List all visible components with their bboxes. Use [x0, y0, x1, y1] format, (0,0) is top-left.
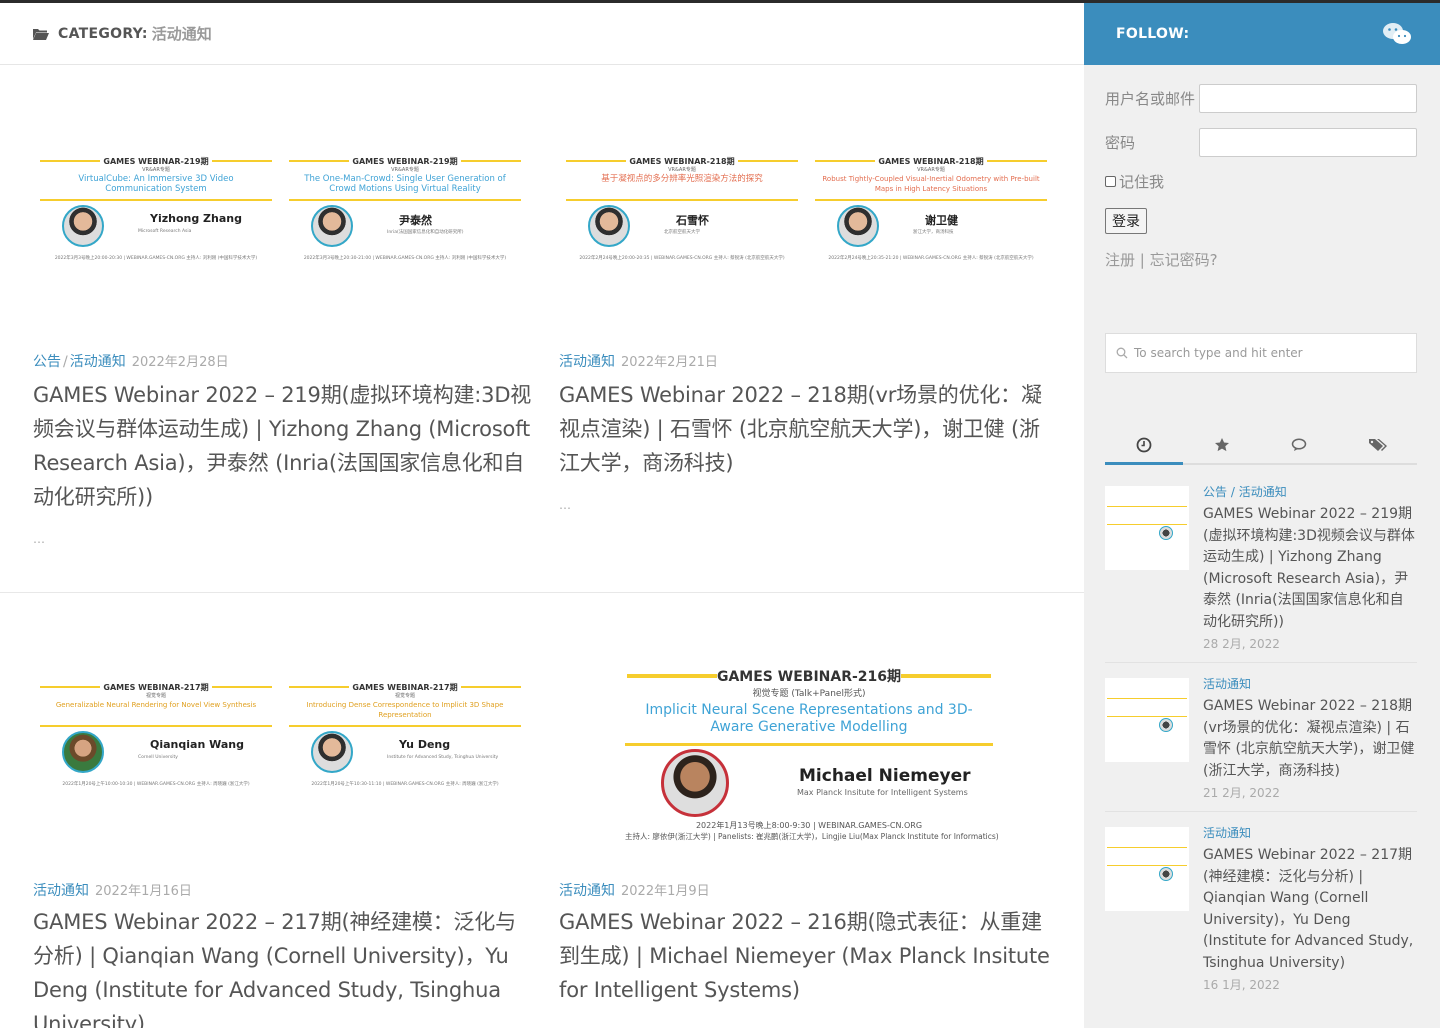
post-meta: 活动通知 2022年1月16日	[33, 880, 192, 900]
recent-post-date: 28 2月, 2022	[1203, 637, 1280, 651]
main-content: CATEGORY: 活动通知 GAMES WEBINAR-219期 VR&AR专…	[0, 3, 1084, 1028]
post-row: GAMES WEBINAR-217期 视觉专题 Generalizable Ne…	[0, 594, 1084, 1028]
speaker-photo	[837, 205, 879, 247]
post-date: 2022年2月21日	[621, 355, 718, 370]
comments-icon	[1291, 438, 1307, 451]
recent-post-categories: 活动通知	[1203, 824, 1417, 841]
category-link[interactable]: 公告	[1203, 485, 1227, 499]
recent-post-thumbnail[interactable]	[1105, 486, 1189, 570]
post-excerpt: …	[33, 532, 45, 546]
recent-post-date: 21 2月, 2022	[1203, 786, 1280, 800]
post-date: 2022年2月28日	[131, 355, 229, 370]
category-link[interactable]: 活动通知	[559, 883, 615, 899]
search-box[interactable]: To search type and hit enter	[1105, 333, 1417, 373]
remember-label: 记住我	[1119, 173, 1165, 191]
speaker-photo	[311, 205, 353, 247]
category-label: CATEGORY:	[58, 25, 148, 42]
login-button[interactable]: 登录	[1105, 208, 1147, 234]
list-item: 活动通知 GAMES Webinar 2022 – 217期(神经建模：泛化与分…	[1105, 824, 1417, 1003]
register-link[interactable]: 注册	[1105, 251, 1135, 269]
clock-icon	[1136, 437, 1152, 453]
recent-post-title[interactable]: GAMES Webinar 2022 – 219期(虚拟环境构建:3D视频会议与…	[1203, 504, 1417, 633]
post-date: 2022年1月9日	[621, 884, 710, 899]
webinar-poster: GAMES WEBINAR-218期 VR&AR专题 基于凝视点的多分辨率光照渲…	[564, 156, 800, 271]
search-placeholder: To search type and hit enter	[1134, 346, 1303, 360]
list-item: 活动通知 GAMES Webinar 2022 – 218期(vr场景的优化：凝…	[1105, 675, 1417, 812]
post-meta: 公告 / 活动通知 2022年2月28日	[33, 354, 229, 370]
folder-open-icon	[33, 28, 49, 40]
link-separator: |	[1139, 251, 1145, 269]
search-icon	[1116, 347, 1128, 359]
speaker-photo	[661, 749, 729, 817]
recent-post-thumbnail[interactable]	[1105, 827, 1189, 911]
webinar-poster: GAMES WEBINAR-216期 视觉专题 (Talk+Panel形式) I…	[625, 669, 999, 841]
webinar-poster: GAMES WEBINAR-219期 VR&AR专题 VirtualCube: …	[38, 156, 274, 271]
widget-tabs	[1105, 427, 1417, 465]
username-label: 用户名或邮件	[1105, 89, 1196, 108]
post-title[interactable]: GAMES Webinar 2022 – 217期(神经建模：泛化与分析) | …	[33, 905, 533, 1028]
forgot-password-link[interactable]: 忘记密码?	[1150, 251, 1218, 269]
recent-posts-list: 公告 / 活动通知 GAMES Webinar 2022 – 219期(虚拟环境…	[1105, 483, 1417, 1015]
password-field[interactable]	[1199, 127, 1417, 157]
category-link[interactable]: 活动通知	[1203, 677, 1251, 691]
post-thumbnail[interactable]: GAMES WEBINAR-216期 视觉专题 (Talk+Panel形式) I…	[559, 666, 1059, 842]
speaker-photo	[62, 205, 104, 247]
post-row: GAMES WEBINAR-219期 VR&AR专题 VirtualCube: …	[0, 66, 1084, 593]
webinar-poster: GAMES WEBINAR-218期 VR&AR专题 Robust Tightl…	[813, 156, 1049, 271]
post-thumbnail[interactable]: GAMES WEBINAR-219期 VR&AR专题 VirtualCube: …	[33, 156, 533, 324]
webinar-poster: GAMES WEBINAR-217期 视觉专题 Introducing Dens…	[287, 682, 523, 797]
post-title[interactable]: GAMES Webinar 2022 – 219期(虚拟环境构建:3D视频会议与…	[33, 378, 533, 514]
username-field[interactable]	[1199, 83, 1417, 113]
category-name: 活动通知	[151, 25, 212, 43]
speaker-photo	[62, 731, 104, 773]
recent-post-thumbnail[interactable]	[1105, 678, 1189, 762]
post-thumbnail[interactable]: GAMES WEBINAR-217期 视觉专题 Generalizable Ne…	[33, 682, 533, 850]
post-title[interactable]: GAMES Webinar 2022 – 216期(隐式表征：从重建到生成) |…	[559, 905, 1059, 1007]
post-title[interactable]: GAMES Webinar 2022 – 218期(vr场景的优化：凝视点渲染)…	[559, 378, 1059, 480]
speaker-photo	[588, 205, 630, 247]
recent-post-categories: 公告 / 活动通知	[1203, 485, 1287, 499]
post-meta: 活动通知 2022年1月9日	[559, 880, 710, 900]
webinar-poster: GAMES WEBINAR-217期 视觉专题 Generalizable Ne…	[38, 682, 274, 797]
post-date: 2022年1月16日	[95, 884, 192, 899]
tab-comments[interactable]	[1261, 427, 1339, 463]
category-link[interactable]: 活动通知	[70, 354, 126, 370]
recent-post-categories: 活动通知	[1203, 675, 1417, 692]
login-form: 用户名或邮件 密码 记住我 登录 注册 | 忘记密码?	[1105, 83, 1417, 270]
category-link[interactable]: 活动通知	[559, 354, 615, 370]
password-label: 密码	[1105, 133, 1136, 152]
webinar-poster: GAMES WEBINAR-219期 VR&AR专题 The One-Man-C…	[287, 156, 523, 271]
recent-post-title[interactable]: GAMES Webinar 2022 – 217期(神经建模：泛化与分析) | …	[1203, 845, 1417, 974]
post-meta: 活动通知 2022年2月21日	[559, 351, 718, 371]
tab-tags[interactable]	[1339, 427, 1417, 463]
tags-icon	[1369, 439, 1387, 451]
follow-bar: FOLLOW:	[1084, 3, 1440, 65]
category-link[interactable]: 活动通知	[1239, 485, 1287, 499]
sidebar: FOLLOW: 用户名或邮件 密码 记住我 登录 注册 | 忘记密码? To s…	[1084, 3, 1440, 1028]
recent-post-title[interactable]: GAMES Webinar 2022 – 218期(vr场景的优化：凝视点渲染)…	[1203, 696, 1417, 782]
speaker-photo	[311, 731, 353, 773]
remember-checkbox[interactable]	[1105, 176, 1116, 187]
post-thumbnail[interactable]: GAMES WEBINAR-218期 VR&AR专题 基于凝视点的多分辨率光照渲…	[559, 156, 1059, 324]
tab-popular[interactable]	[1183, 427, 1261, 463]
remember-me: 记住我	[1105, 171, 1417, 192]
list-item: 公告 / 活动通知 GAMES Webinar 2022 – 219期(虚拟环境…	[1105, 483, 1417, 663]
account-links: 注册 | 忘记密码?	[1105, 249, 1417, 270]
recent-post-date: 16 1月, 2022	[1203, 978, 1280, 992]
category-link[interactable]: 公告	[33, 354, 61, 370]
post-excerpt: …	[559, 498, 571, 512]
category-header: CATEGORY: 活动通知	[0, 3, 1084, 65]
category-link[interactable]: 活动通知	[33, 883, 89, 899]
follow-label: FOLLOW:	[1116, 26, 1190, 42]
tab-recent[interactable]	[1105, 427, 1183, 465]
star-icon	[1215, 438, 1229, 452]
wechat-icon[interactable]	[1382, 22, 1412, 46]
category-link[interactable]: 活动通知	[1203, 826, 1251, 840]
